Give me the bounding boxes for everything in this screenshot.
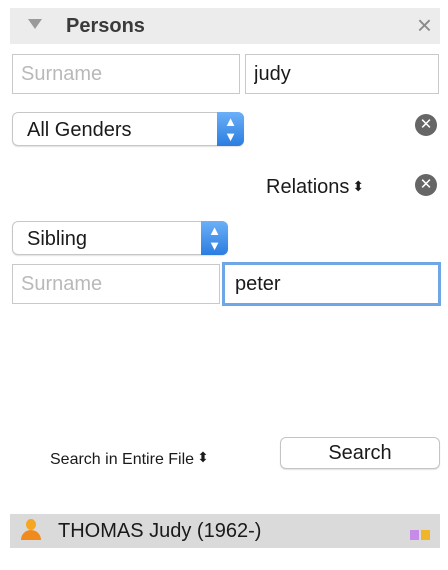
disclosure-triangle-icon[interactable] [28,19,42,29]
relation-given-name-input[interactable] [222,262,441,306]
search-scope-popup[interactable]: Search in Entire File ⬍ [50,449,209,469]
person-icon [20,519,42,541]
given-name-input[interactable] [245,54,439,94]
result-name: THOMAS Judy (1962-) [58,520,262,542]
relation-select[interactable]: Sibling ▲ ▼ [12,221,228,255]
family-tags-icon [410,530,430,540]
panel-title: Persons [66,15,145,37]
surname-input[interactable] [12,54,240,94]
relation-surname-input[interactable] [12,264,220,304]
remove-relation-filter-icon[interactable]: ✕ [415,174,437,196]
updown-arrows-icon: ⬍ [352,178,365,194]
search-scope-label: Search in Entire File [50,451,195,468]
select-arrows-icon: ▲ ▼ [201,221,228,255]
gender-select-label: All Genders [27,119,132,141]
search-button[interactable]: Search [280,437,440,469]
updown-arrows-icon: ⬍ [197,449,209,465]
relations-label: Relations [266,176,350,198]
select-arrows-icon: ▲ ▼ [217,112,244,146]
persons-panel-header: Persons × [10,8,440,44]
remove-gender-filter-icon[interactable]: ✕ [415,114,437,136]
relation-select-label: Sibling [27,228,88,250]
gender-select[interactable]: All Genders ▲ ▼ [12,112,244,146]
relations-popup[interactable]: Relations ⬍ [266,176,364,199]
result-row[interactable]: THOMAS Judy (1962-) [10,514,440,548]
close-icon[interactable]: × [417,10,432,40]
